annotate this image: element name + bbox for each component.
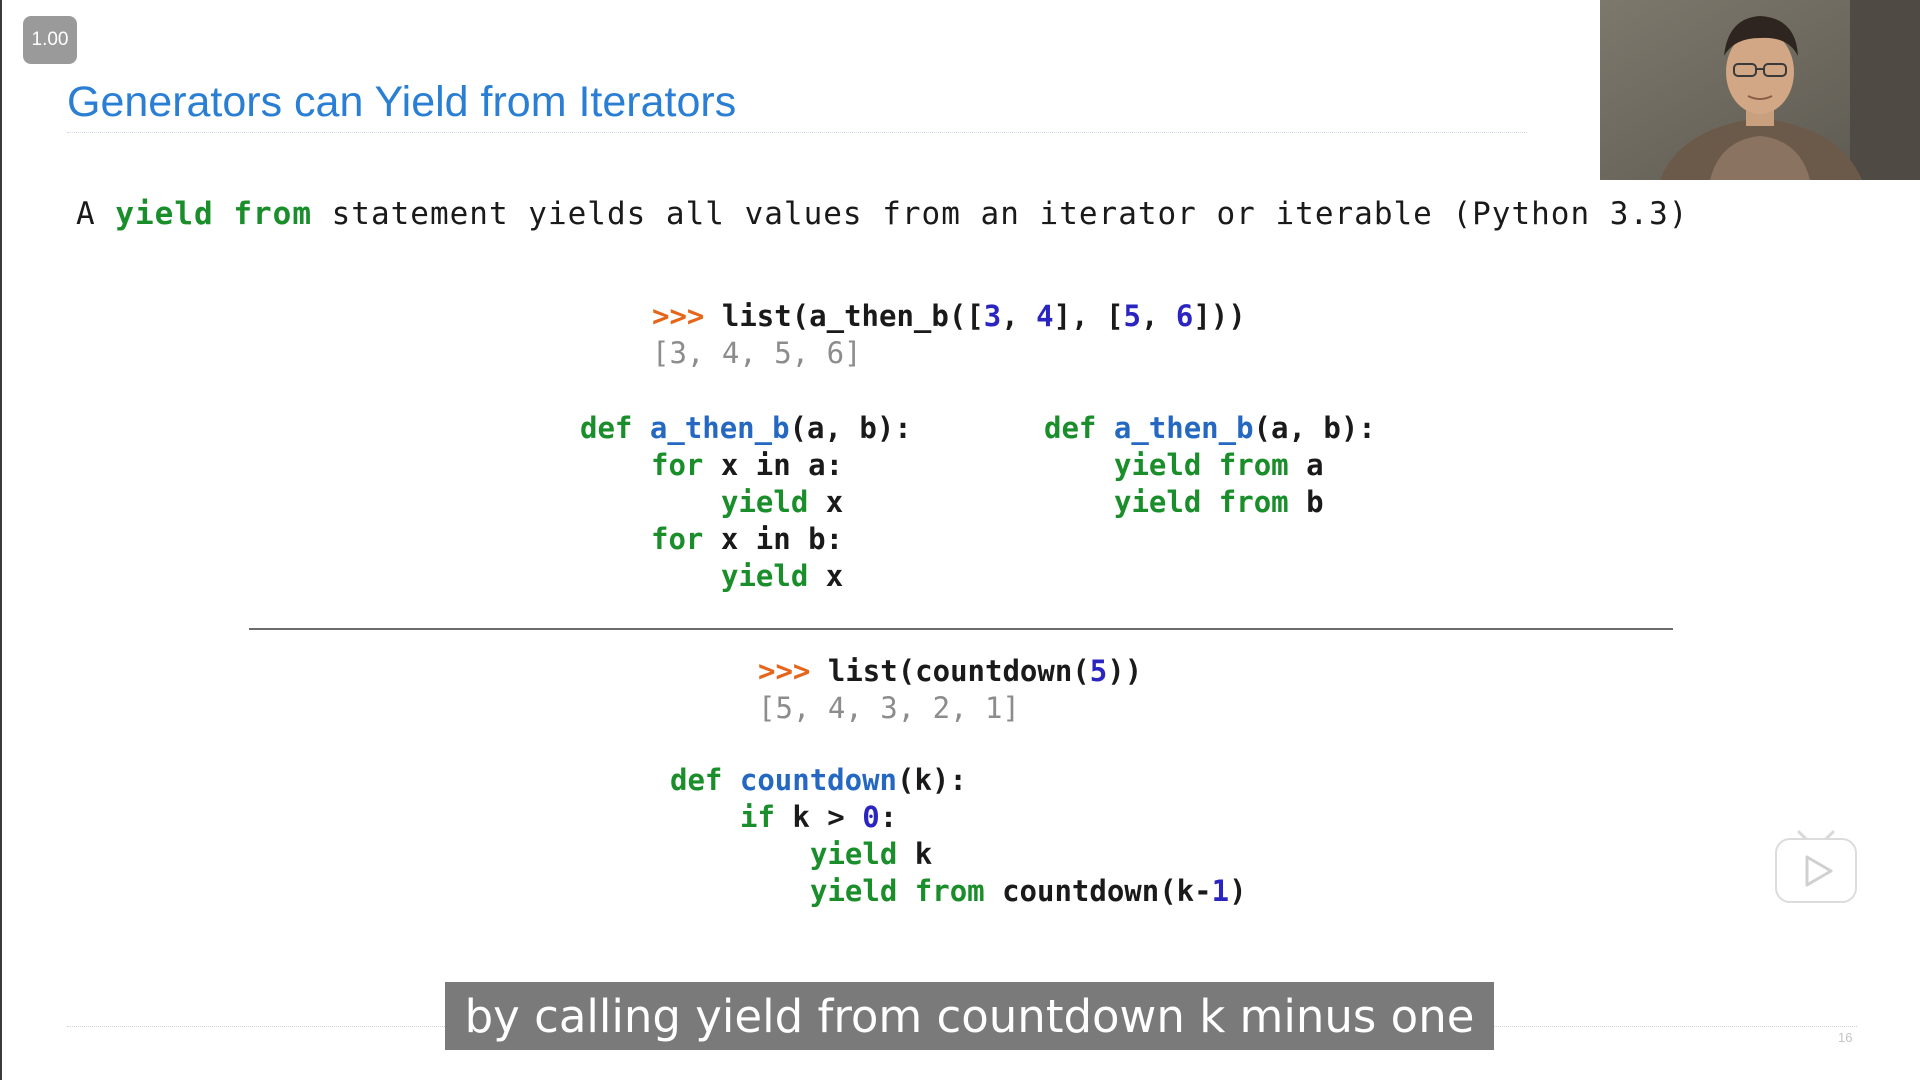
- example-2-output: [5, 4, 3, 2, 1]: [758, 691, 1020, 725]
- example-2-call: >>> list(countdown(5)): [758, 653, 1142, 690]
- play-button[interactable]: [1773, 826, 1859, 906]
- yield-variable: a: [1288, 448, 1324, 482]
- presenter-webcam: [1600, 0, 1920, 180]
- example-1-call: >>> list(a_then_b([3, 4], [5, 6])): [652, 298, 1246, 335]
- yield-keyword: yield: [810, 874, 898, 908]
- def-keyword: def: [670, 763, 723, 797]
- yield-keyword: yield: [1114, 448, 1202, 482]
- playback-speed-badge[interactable]: 1.00: [23, 16, 77, 64]
- signature: (a, b):: [789, 411, 912, 445]
- slide-title: Generators can Yield from Iterators: [67, 78, 737, 126]
- code-right-def: def a_then_b(a, b):: [1044, 410, 1376, 447]
- yield-variable: x: [808, 485, 844, 519]
- number-literal: 6: [1175, 299, 1194, 333]
- repl-prompt: >>>: [758, 654, 811, 688]
- from-keyword: from: [1218, 485, 1289, 519]
- yield-keyword: yield: [721, 485, 809, 519]
- def-keyword: def: [1044, 411, 1097, 445]
- title-divider: [67, 132, 1527, 133]
- code-left-for-a: for x in a:: [651, 447, 843, 484]
- intro-rest: statement yields all values from an iter…: [311, 196, 1689, 232]
- code-left-def: def a_then_b(a, b):: [580, 410, 912, 447]
- code-left-yield-1: yield x: [721, 484, 843, 521]
- number-literal: 4: [1036, 299, 1054, 333]
- code-right-yield-from-a: yield from a: [1114, 447, 1324, 484]
- example-1-output: [3, 4, 5, 6]: [652, 336, 862, 370]
- call-mid: ], [: [1053, 299, 1124, 333]
- recursive-call-close: ): [1229, 874, 1247, 908]
- loop-clause: x in b:: [703, 522, 844, 556]
- play-icon: [1775, 830, 1857, 903]
- intro-from-keyword: from: [233, 196, 312, 232]
- yield-variable: b: [1288, 485, 1324, 519]
- yield-keyword: yield: [1114, 485, 1202, 519]
- intro-prefix: A: [76, 196, 116, 232]
- code-countdown-if: if k > 0:: [740, 799, 897, 836]
- intro-yield-keyword: yield: [115, 196, 214, 232]
- def-keyword: def: [580, 411, 633, 445]
- code-right-yield-from-b: yield from b: [1114, 484, 1324, 521]
- colon: :: [879, 800, 898, 834]
- separator: ,: [1140, 299, 1176, 333]
- section-divider: [249, 628, 1673, 630]
- code-left-yield-2: yield x: [721, 558, 843, 595]
- code-countdown-yield-k: yield k: [810, 836, 932, 873]
- number-literal: 3: [983, 299, 1002, 333]
- subtitle-text: by calling yield from countdown k minus …: [464, 989, 1475, 1043]
- recursive-call-open: countdown(k-: [984, 874, 1212, 908]
- yield-keyword: yield: [721, 559, 809, 593]
- from-keyword: from: [914, 874, 985, 908]
- code-countdown-yield-from: yield from countdown(k-1): [810, 873, 1247, 910]
- signature: (a, b):: [1253, 411, 1376, 445]
- number-literal: 5: [1123, 299, 1141, 333]
- loop-clause: x in a:: [703, 448, 844, 482]
- call-open: list(a_then_b([: [721, 299, 984, 333]
- repl-prompt: >>>: [652, 299, 705, 333]
- if-keyword: if: [740, 800, 775, 834]
- call-close: )): [1107, 654, 1143, 688]
- signature: (k):: [897, 763, 967, 797]
- subtitle-caption: by calling yield from countdown k minus …: [445, 982, 1494, 1050]
- for-keyword: for: [651, 448, 704, 482]
- code-left-for-b: for x in b:: [651, 521, 843, 558]
- function-name: countdown: [739, 763, 897, 797]
- code-countdown-def: def countdown(k):: [670, 762, 967, 799]
- yield-keyword: yield: [810, 837, 898, 871]
- call-open: list(countdown(: [827, 654, 1090, 688]
- slide-page-number: 16: [1838, 1030, 1853, 1045]
- yield-variable: k: [897, 837, 933, 871]
- number-literal: 0: [862, 800, 880, 834]
- call-close: ])): [1193, 299, 1246, 333]
- function-name: a_then_b: [649, 411, 790, 445]
- for-keyword: for: [651, 522, 704, 556]
- separator: ,: [1001, 299, 1037, 333]
- number-literal: 1: [1211, 874, 1230, 908]
- from-keyword: from: [1218, 448, 1289, 482]
- number-literal: 5: [1089, 654, 1108, 688]
- left-window-edge: [0, 0, 2, 1080]
- yield-variable: x: [808, 559, 844, 593]
- intro-statement: A yield from statement yields all values…: [76, 196, 1688, 232]
- presenter-video-image: [1600, 0, 1920, 180]
- function-name: a_then_b: [1113, 411, 1254, 445]
- condition: k >: [774, 800, 863, 834]
